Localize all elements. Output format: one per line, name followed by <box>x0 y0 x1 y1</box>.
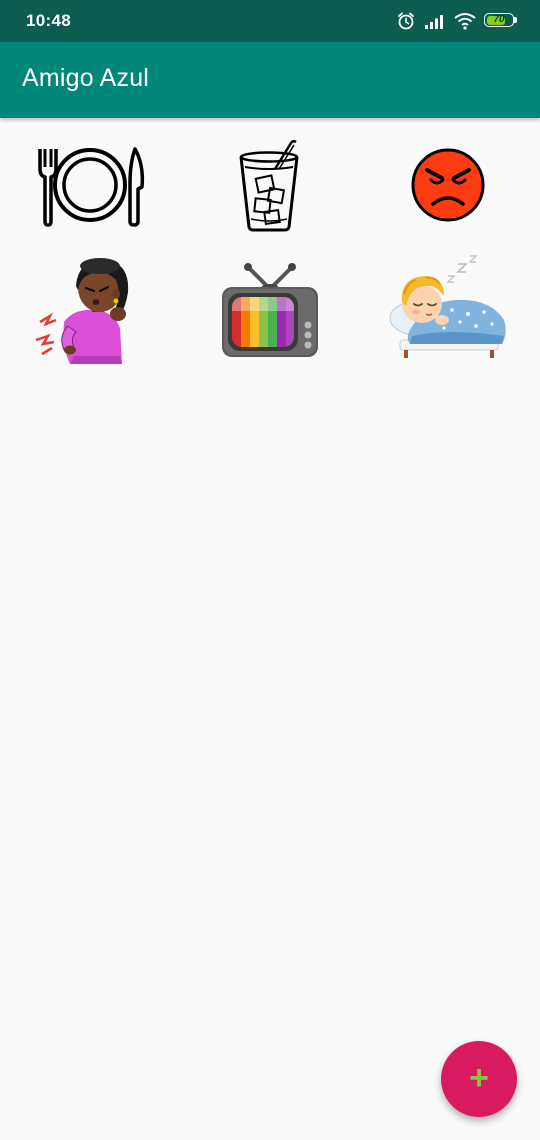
sleeping-child-icon <box>389 255 506 358</box>
battery-level: 70 <box>493 14 505 25</box>
grid-item-angry[interactable] <box>378 130 518 240</box>
grid-item-pain[interactable] <box>20 255 160 365</box>
television-icon <box>222 263 318 357</box>
wifi-icon <box>454 12 476 30</box>
glass-drink-icon <box>239 139 299 232</box>
plus-icon: + <box>469 1058 489 1097</box>
grid-item-tv[interactable] <box>200 255 340 365</box>
girl-pain-icon <box>35 258 129 364</box>
grid-item-sleep[interactable] <box>378 255 518 365</box>
status-time: 10:48 <box>26 11 71 30</box>
status-icons: 70 <box>396 10 518 32</box>
battery-icon: 70 <box>484 13 518 29</box>
grid-item-drink[interactable] <box>200 130 340 240</box>
app-screen: 10:48 70 Amigo Azul + <box>0 0 540 1140</box>
angry-face-icon <box>411 148 485 222</box>
plate-cutlery-icon <box>38 147 145 227</box>
app-title: Amigo Azul <box>22 64 150 92</box>
signal-icon <box>424 12 446 30</box>
add-button[interactable]: + <box>441 1041 517 1117</box>
alarm-icon <box>396 11 416 31</box>
status-bar: 10:48 70 <box>0 0 540 42</box>
grid-item-eat[interactable] <box>20 130 160 240</box>
app-bar: Amigo Azul <box>0 42 540 118</box>
